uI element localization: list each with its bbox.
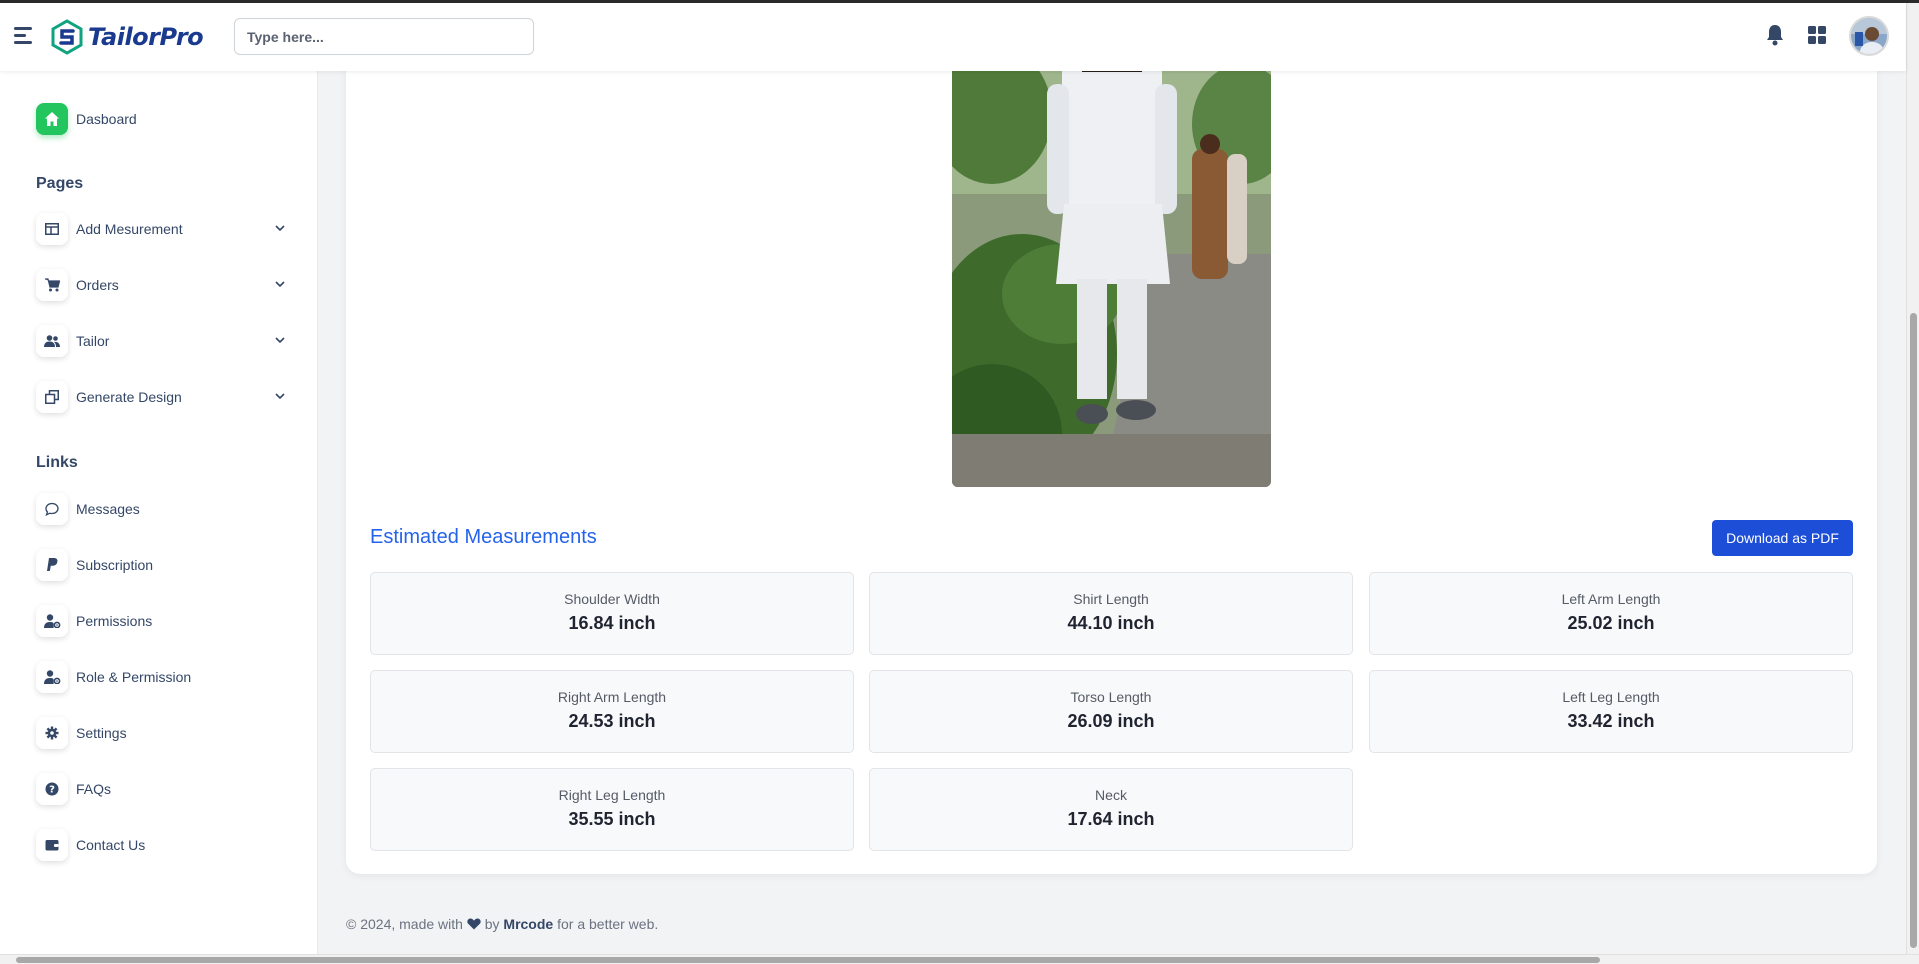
svg-text:?: ?: [49, 785, 55, 796]
heart-icon: [467, 918, 481, 930]
layers-icon: [36, 381, 68, 413]
question-icon: ?: [36, 773, 68, 805]
estimated-measurements-title: Estimated Measurements: [370, 526, 597, 548]
download-pdf-button[interactable]: Download as PDF: [1712, 520, 1853, 556]
apps-grid-icon[interactable]: [1807, 25, 1827, 45]
brand-logo[interactable]: TailorPro: [50, 17, 204, 57]
user-gear-icon: [36, 661, 68, 693]
footer: © 2024, made with by Mrcode for a better…: [346, 916, 658, 932]
measurement-label: Neck: [1095, 787, 1127, 803]
measurement-label: Torso Length: [1070, 689, 1152, 705]
logo-icon: [51, 19, 83, 55]
cart-icon: [36, 269, 68, 301]
sidebar: Dasboard Pages Add Mesurement Orders Tai…: [0, 71, 318, 954]
measurement-label: Right Leg Length: [558, 787, 666, 803]
measurement-card: Shoulder Width 16.84 inch: [370, 572, 854, 655]
user-avatar[interactable]: [1849, 16, 1889, 56]
measurement-card: Neck 17.64 inch: [869, 768, 1353, 851]
measurement-card: Left Arm Length 25.02 inch: [1369, 572, 1853, 655]
measurement-card: Right Arm Length 24.53 inch: [370, 670, 854, 753]
footer-suffix: for a better web.: [557, 916, 659, 932]
sidebar-item-label: Orders: [76, 277, 119, 293]
wallet-icon: [36, 829, 68, 861]
footer-by: by: [484, 916, 500, 932]
measurement-value: 33.42 inch: [1567, 711, 1655, 731]
gear-icon: [36, 717, 68, 749]
measurement-card: Left Leg Length 33.42 inch: [1369, 670, 1853, 753]
horizontal-scrollbar[interactable]: [0, 954, 1919, 964]
sidebar-item-faqs[interactable]: ? FAQs: [36, 772, 286, 806]
table-icon: [36, 213, 68, 245]
sidebar-item-label: Tailor: [76, 333, 110, 349]
chat-icon: [36, 493, 68, 525]
footer-prefix: © 2024, made with: [346, 916, 463, 932]
chevron-down-icon: [275, 225, 285, 232]
measurement-label: Left Arm Length: [1561, 591, 1661, 607]
uploaded-photo: [952, 54, 1271, 487]
measurement-label: Shirt Length: [1073, 591, 1149, 607]
top-navbar: TailorPro: [0, 3, 1906, 71]
sidebar-item-label: Messages: [76, 501, 140, 517]
sidebar-item-label: Contact Us: [76, 837, 146, 853]
chevron-down-icon: [275, 281, 285, 288]
sidebar-item-dashboard[interactable]: Dasboard: [36, 102, 286, 136]
footer-author-link[interactable]: Mrcode: [503, 916, 553, 932]
horizontal-scroll-thumb[interactable]: [16, 957, 1600, 963]
measurement-card: Torso Length 26.09 inch: [869, 670, 1353, 753]
vertical-scrollbar[interactable]: [1906, 3, 1919, 954]
sidebar-item-label: Dasboard: [76, 111, 137, 127]
sidebar-item-settings[interactable]: Settings: [36, 716, 286, 750]
vertical-scroll-thumb[interactable]: [1910, 313, 1917, 948]
measurement-card: Right Leg Length 35.55 inch: [370, 768, 854, 851]
sidebar-item-label: FAQs: [76, 781, 112, 797]
sidebar-item-label: Add Mesurement: [76, 221, 183, 237]
user-gear-icon: [36, 605, 68, 637]
home-icon: [36, 103, 68, 135]
sidebar-item-permissions[interactable]: Permissions: [36, 604, 286, 638]
measurement-value: 26.09 inch: [1067, 711, 1155, 731]
search-input[interactable]: [234, 18, 534, 55]
sidebar-item-label: Subscription: [76, 557, 154, 573]
sidebar-item-generate-design[interactable]: Generate Design: [36, 380, 286, 414]
measurement-value: 16.84 inch: [568, 613, 656, 633]
measurement-label: Left Leg Length: [1562, 689, 1660, 705]
measurement-value: 24.53 inch: [568, 711, 656, 731]
measurement-label: Shoulder Width: [564, 591, 660, 607]
notification-bell-icon[interactable]: [1765, 24, 1785, 46]
sidebar-item-label: Permissions: [76, 613, 153, 629]
measurement-card: Shirt Length 44.10 inch: [869, 572, 1353, 655]
sidebar-item-label: Role & Permission: [76, 669, 192, 685]
measurement-value: 44.10 inch: [1067, 613, 1155, 633]
chevron-down-icon: [275, 393, 285, 400]
pages-section-title: Pages: [36, 175, 84, 192]
measurement-value: 35.55 inch: [568, 809, 656, 829]
paypal-icon: [36, 549, 68, 581]
sidebar-item-tailor[interactable]: Tailor: [36, 324, 286, 358]
sidebar-item-label: Generate Design: [76, 389, 182, 405]
sidebar-item-orders[interactable]: Orders: [36, 268, 286, 302]
brand-name: TailorPro: [88, 23, 204, 51]
measurement-value: 25.02 inch: [1567, 613, 1655, 633]
measurement-value: 17.64 inch: [1067, 809, 1155, 829]
sidebar-item-add-measurement[interactable]: Add Mesurement: [36, 212, 286, 246]
sidebar-item-label: Settings: [76, 725, 127, 741]
sidebar-item-subscription[interactable]: Subscription: [36, 548, 286, 582]
chevron-down-icon: [275, 337, 285, 344]
sidebar-item-contact-us[interactable]: Contact Us: [36, 828, 286, 862]
users-icon: [36, 325, 68, 357]
hamburger-menu-icon[interactable]: [14, 27, 34, 45]
measurement-label: Right Arm Length: [557, 689, 667, 705]
links-section-title: Links: [36, 454, 78, 471]
sidebar-item-messages[interactable]: Messages: [36, 492, 286, 526]
sidebar-item-role-permission[interactable]: Role & Permission: [36, 660, 286, 694]
